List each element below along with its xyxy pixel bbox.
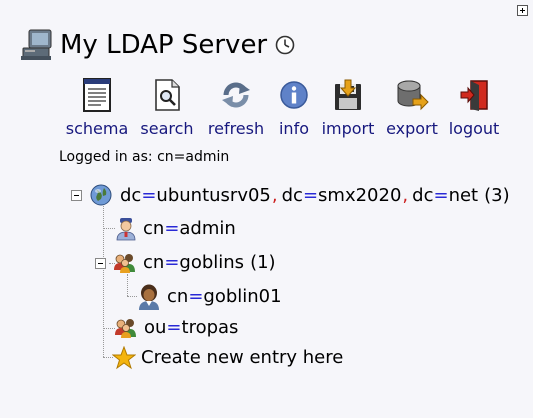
collapse-goblins-toggle[interactable] — [95, 258, 106, 269]
import-icon — [331, 76, 365, 114]
refresh-icon — [219, 76, 253, 114]
tree-node-goblin01[interactable]: cn=goblin01 — [137, 284, 282, 310]
admin-dn-link[interactable]: cn=admin — [143, 218, 236, 240]
export-label: export — [386, 119, 438, 138]
toolbar: schema search refresh info import export… — [60, 76, 504, 139]
login-status: Logged in as: cn=admin — [59, 149, 230, 165]
schema-label: schema — [65, 119, 129, 138]
tree-root-node[interactable]: dc=ubuntusrv05, dc=smx2020, dc=net (3) — [90, 184, 510, 208]
create-entry-label: Create new entry here — [141, 347, 344, 368]
logout-label: logout — [448, 119, 500, 138]
group-icon — [114, 317, 138, 339]
tree-node-goblins[interactable]: cn=goblins (1) — [113, 252, 276, 274]
clock-icon[interactable] — [275, 35, 295, 55]
info-label: info — [278, 119, 309, 138]
goblin01-dn-link[interactable]: cn=goblin01 — [167, 286, 282, 308]
export-icon — [395, 76, 429, 114]
logout-button[interactable]: logout — [444, 76, 504, 139]
schema-button[interactable]: schema — [60, 76, 134, 139]
globe-icon — [90, 184, 114, 208]
goblins-dn-link[interactable]: cn=goblins — [143, 252, 244, 274]
logout-icon — [457, 76, 491, 114]
refresh-button[interactable]: refresh — [200, 76, 272, 139]
user-icon — [115, 217, 137, 241]
search-button[interactable]: search — [134, 76, 200, 139]
root-dn-link[interactable]: dc=ubuntusrv05, dc=smx2020, dc=net — [120, 185, 478, 207]
root-child-count: (3) — [484, 185, 510, 206]
search-label: search — [140, 119, 194, 138]
create-entry-link[interactable]: Create new entry here — [111, 345, 344, 370]
server-header: My LDAP Server — [20, 28, 295, 62]
import-label: import — [321, 119, 375, 138]
import-button[interactable]: import — [316, 76, 380, 139]
info-icon — [277, 76, 311, 114]
goblins-child-count: (1) — [250, 252, 276, 273]
tree-node-admin[interactable]: cn=admin — [115, 217, 236, 241]
server-computer-icon — [20, 29, 54, 61]
person-icon — [137, 284, 161, 310]
tropas-dn-link[interactable]: ou=tropas — [144, 317, 238, 339]
page-title: My LDAP Server — [60, 30, 268, 60]
document-icon — [80, 76, 114, 114]
collapse-root-toggle[interactable] — [71, 190, 82, 201]
magnifier-icon — [150, 76, 184, 114]
export-button[interactable]: export — [380, 76, 444, 139]
expand-button[interactable] — [517, 5, 528, 16]
refresh-label: refresh — [207, 119, 265, 138]
info-button[interactable]: info — [272, 76, 316, 139]
tree-node-tropas[interactable]: ou=tropas — [114, 317, 238, 339]
star-icon — [111, 345, 137, 370]
group-icon — [113, 252, 137, 274]
